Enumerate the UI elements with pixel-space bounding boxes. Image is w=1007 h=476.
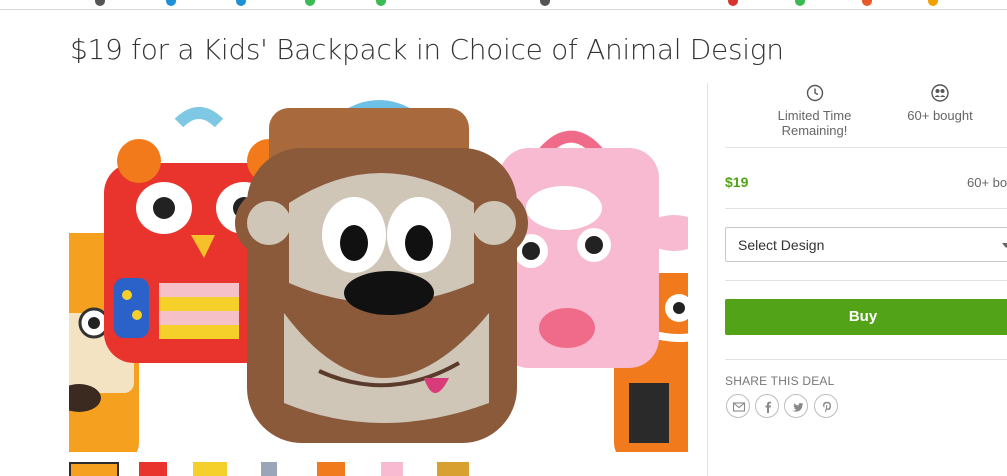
thumbnail-3[interactable] xyxy=(187,462,237,476)
toolbar-icon xyxy=(305,0,315,6)
thumbnail-2[interactable] xyxy=(131,462,181,476)
bought-label: 60+ bought xyxy=(907,108,973,123)
toolbar-icon xyxy=(795,0,805,6)
design-select-value: Select Design xyxy=(738,237,825,253)
thumbnail-1[interactable] xyxy=(69,462,119,476)
pinterest-share-button[interactable] xyxy=(814,394,838,418)
divider xyxy=(725,359,1007,360)
clock-icon xyxy=(806,84,823,102)
time-remaining-stat: Limited Time Remaining! xyxy=(762,84,867,138)
toolbar-icon xyxy=(376,0,386,6)
toolbar-icon xyxy=(728,0,738,6)
toolbar-icon xyxy=(928,0,938,6)
thumbnail-4[interactable] xyxy=(247,462,297,476)
chevron-down-icon xyxy=(1002,243,1007,248)
backpacks-illustration xyxy=(69,100,688,452)
divider xyxy=(725,147,1007,148)
toolbar-icon xyxy=(236,0,246,6)
toolbar-icon xyxy=(95,0,105,6)
email-icon xyxy=(732,402,746,412)
toolbar-icon xyxy=(166,0,176,6)
facebook-icon xyxy=(765,401,771,413)
design-select[interactable]: Select Design xyxy=(725,227,1007,262)
people-icon xyxy=(931,84,949,102)
toolbar-icon xyxy=(862,0,872,6)
twitter-share-button[interactable] xyxy=(784,394,808,418)
buy-button[interactable]: Buy xyxy=(725,299,1007,335)
option-bought-count: 60+ bou xyxy=(967,175,1007,190)
divider xyxy=(725,208,1007,209)
divider xyxy=(725,280,1007,281)
bought-stat: 60+ bought xyxy=(897,84,983,123)
twitter-icon xyxy=(791,402,804,412)
thumbnail-5[interactable] xyxy=(309,462,359,476)
option-price: $19 xyxy=(725,174,749,190)
thumbnail-7[interactable] xyxy=(429,462,479,476)
toolbar-icon xyxy=(540,0,550,6)
share-label: SHARE THIS DEAL xyxy=(725,374,835,388)
time-remaining-label: Limited Time Remaining! xyxy=(777,108,852,138)
thumbnail-6[interactable] xyxy=(369,462,419,476)
email-share-button[interactable] xyxy=(726,394,750,418)
top-bar xyxy=(0,0,1007,10)
thumbnail-strip xyxy=(69,462,688,476)
column-divider xyxy=(707,83,708,476)
product-image[interactable] xyxy=(69,83,688,452)
pinterest-icon xyxy=(823,401,831,413)
facebook-share-button[interactable] xyxy=(755,394,779,418)
deal-title: $19 for a Kids' Backpack in Choice of An… xyxy=(70,33,784,66)
